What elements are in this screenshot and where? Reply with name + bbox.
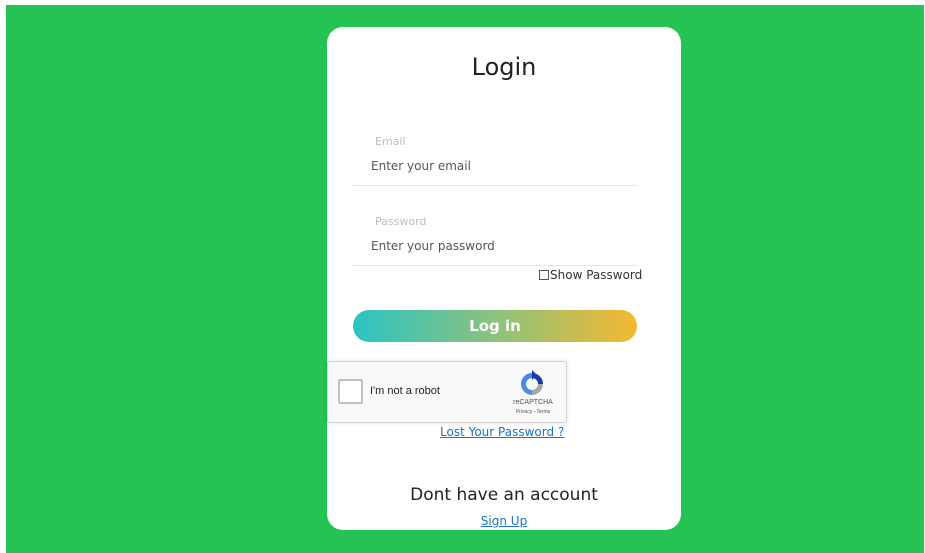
password-label: Password: [375, 215, 427, 228]
page-background: Login Email Password Show Password Log i…: [6, 5, 924, 553]
show-password-checkbox[interactable]: [539, 270, 549, 280]
email-underline: [353, 185, 637, 186]
email-label: Email: [375, 135, 406, 148]
recaptcha-logo-icon: [521, 370, 543, 395]
recaptcha-widget: I'm not a robot reCAPTCHA Privacy - Term…: [327, 361, 567, 423]
no-account-text: Dont have an account: [410, 485, 598, 505]
recaptcha-brand: reCAPTCHA: [513, 399, 553, 406]
recaptcha-label: I'm not a robot: [370, 385, 440, 397]
show-password-label: Show Password: [550, 268, 643, 282]
password-underline: [353, 265, 637, 266]
login-title: Login: [471, 53, 537, 81]
password-input[interactable]: [371, 236, 631, 256]
login-card: Login Email Password Show Password Log i…: [327, 27, 681, 530]
show-password-toggle[interactable]: Show Password: [539, 268, 642, 282]
recaptcha-checkbox[interactable]: [338, 379, 363, 404]
recaptcha-terms-link[interactable]: Privacy - Terms: [508, 409, 558, 415]
email-input[interactable]: [371, 156, 631, 176]
sign-up-link[interactable]: Sign Up: [327, 514, 681, 528]
lost-password-link[interactable]: Lost Your Password ?: [440, 425, 564, 439]
login-button[interactable]: Log in: [353, 310, 637, 342]
